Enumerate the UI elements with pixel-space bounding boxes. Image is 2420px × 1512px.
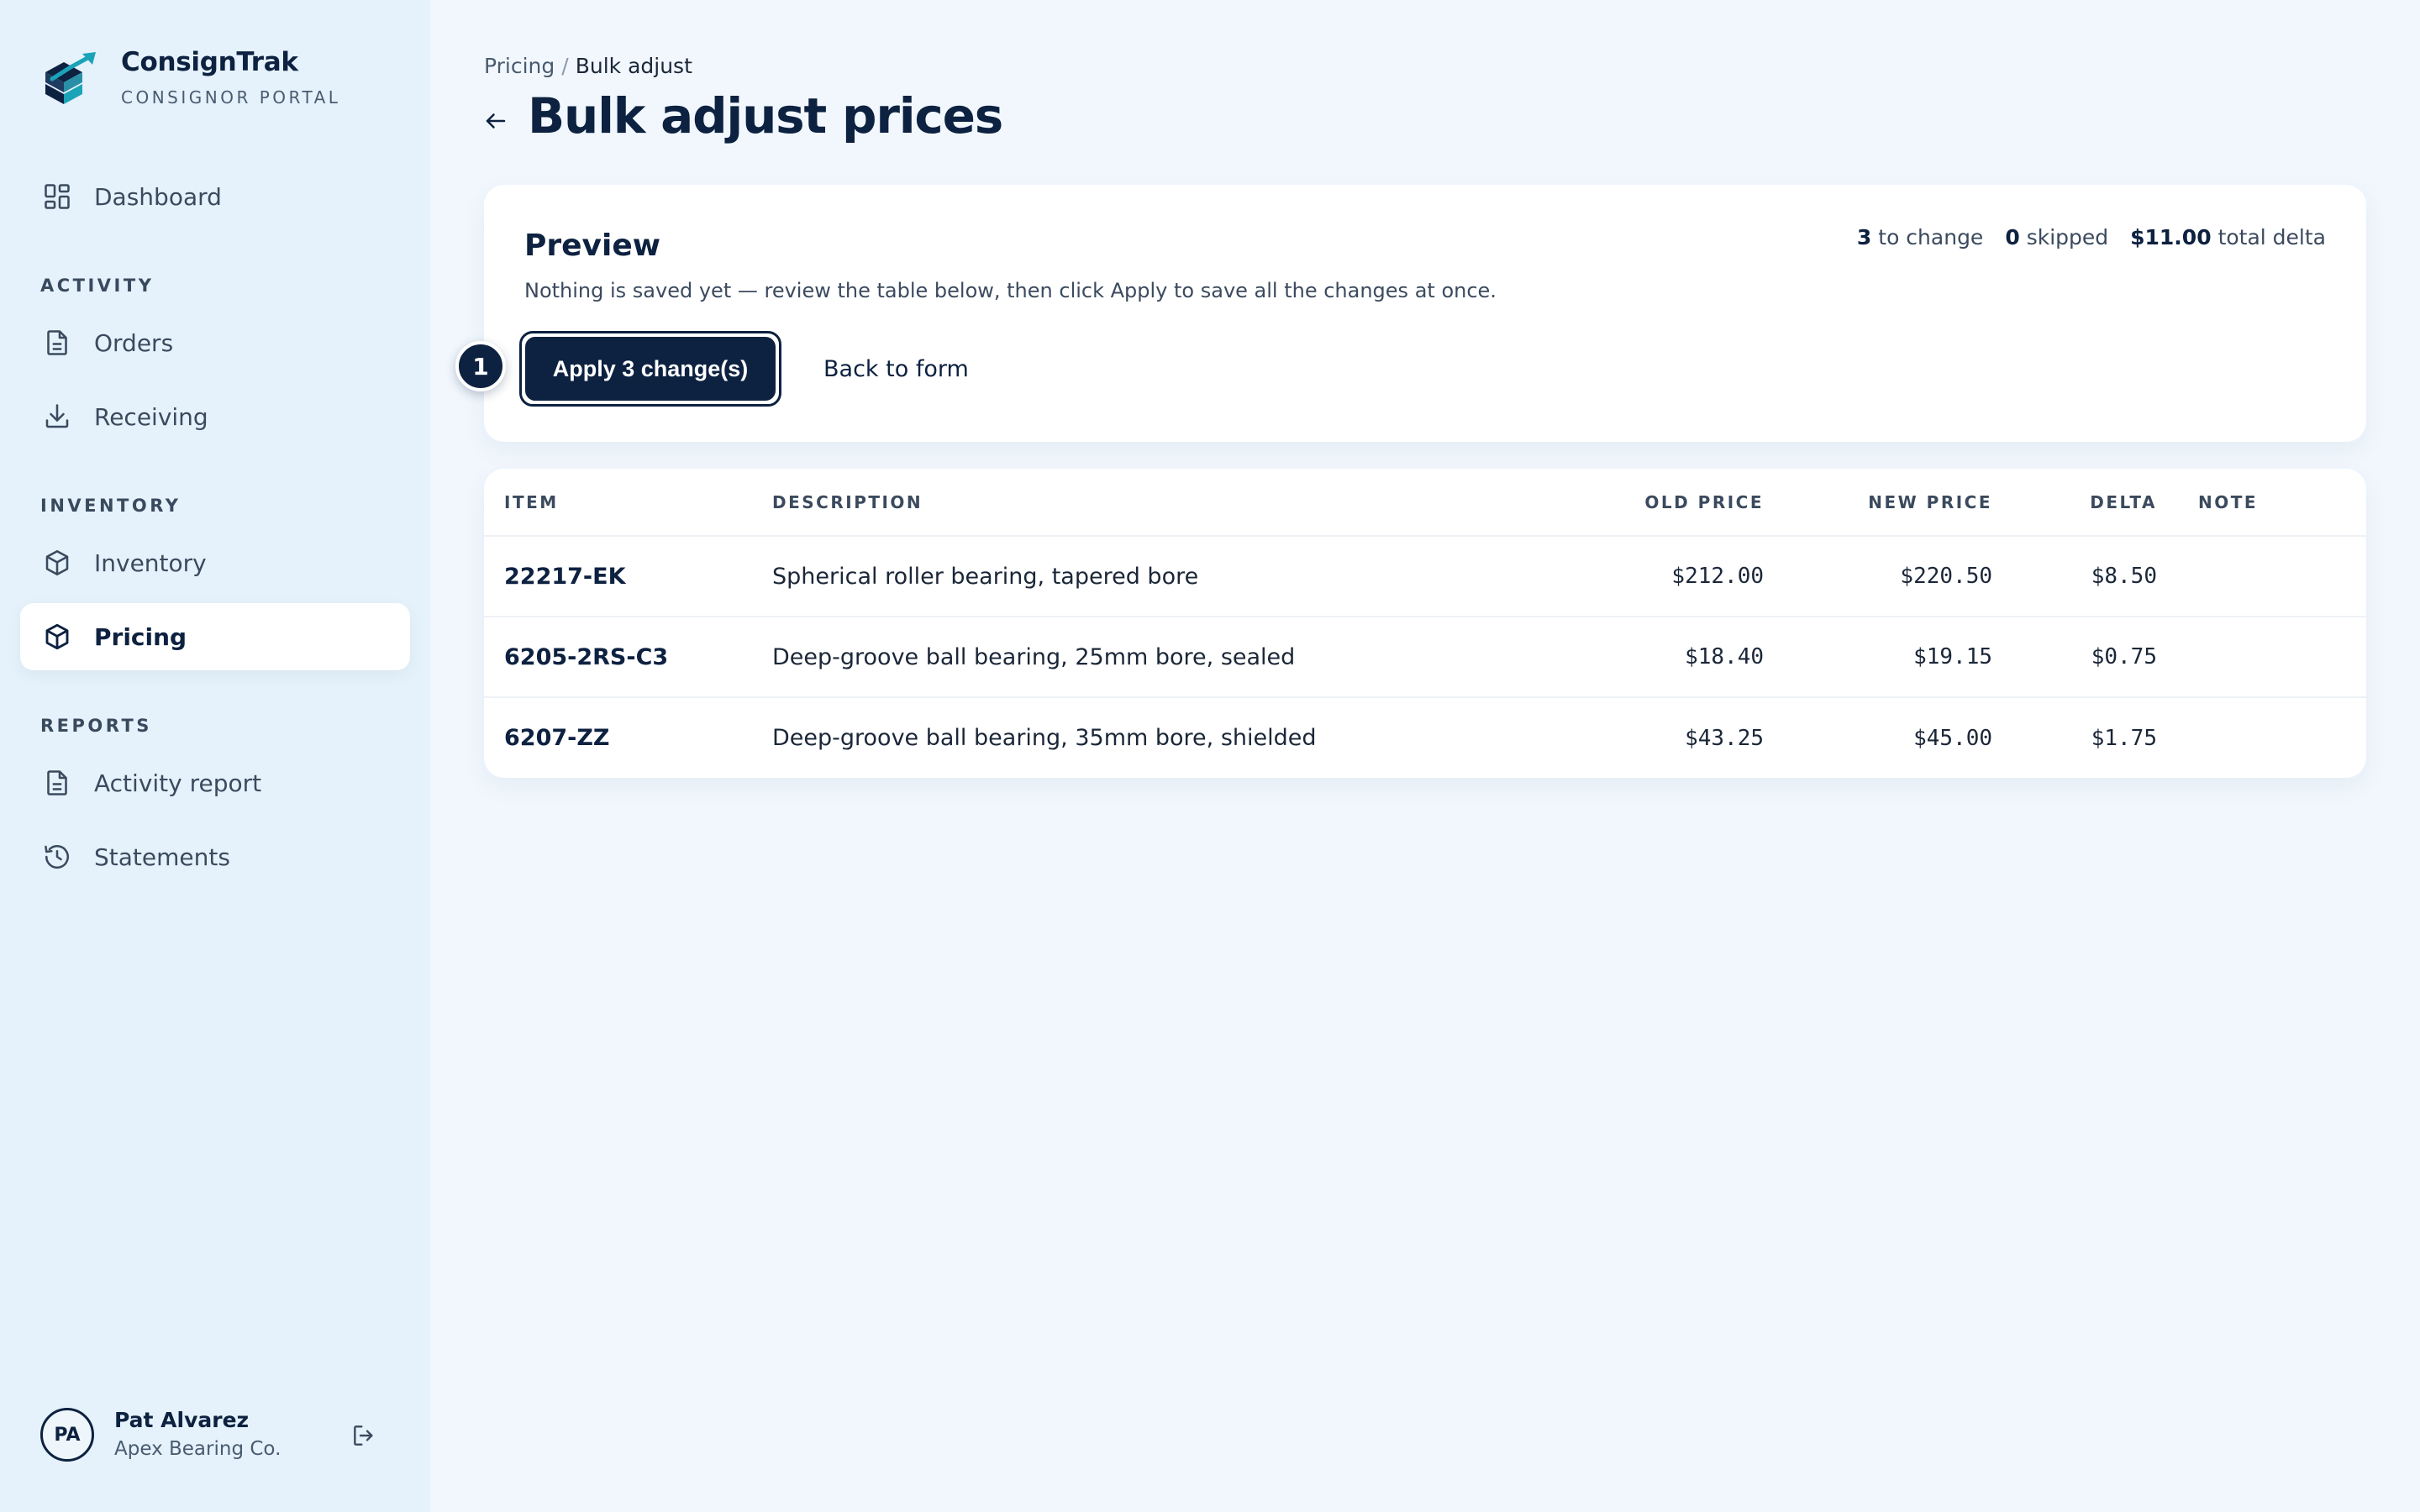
sidebar-item-statements[interactable]: Statements <box>20 823 410 890</box>
sidebar-section-activity: ACTIVITY <box>40 276 155 296</box>
cell-delta: $8.50 <box>1993 536 2158 617</box>
cell-item: 6205-2RS-C3 <box>484 617 771 698</box>
column-header-description: DESCRIPTION <box>771 469 1544 537</box>
cell-delta: $0.75 <box>1993 617 2158 698</box>
table-row: 22217-EK Spherical roller bearing, taper… <box>484 536 2366 617</box>
cell-delta: $1.75 <box>2091 725 2157 751</box>
document-icon <box>40 766 74 800</box>
cell-note <box>2158 617 2366 698</box>
step-badge: 1 <box>455 341 506 391</box>
history-icon <box>40 840 74 874</box>
app-root: ConsignTrak CONSIGNOR PORTAL Dashboard A… <box>0 0 2420 1512</box>
brand-name: ConsignTrak <box>121 47 298 77</box>
cell-old-price: $18.40 <box>1544 617 1765 698</box>
cell-new-price: $220.50 <box>1765 536 1993 617</box>
page-title: Bulk adjust prices <box>528 87 1003 144</box>
preview-description: Nothing is saved yet — review the table … <box>524 279 1497 302</box>
changes-table: ITEM DESCRIPTION OLD PRICE NEW PRICE DEL… <box>484 469 2366 778</box>
stat-total-delta: $11.00 total delta <box>2130 225 2326 249</box>
table-row: 6207-ZZ Deep-groove ball bearing, 35mm b… <box>484 697 2366 778</box>
user-org: Apex Bearing Co. <box>114 1438 281 1460</box>
sidebar-item-label: Statements <box>94 843 230 871</box>
sidebar-item-label: Inventory <box>94 549 207 577</box>
sidebar-item-orders[interactable]: Orders <box>20 309 410 376</box>
changes-table-card: ITEM DESCRIPTION OLD PRICE NEW PRICE DEL… <box>484 469 2366 778</box>
avatar[interactable]: PA <box>40 1408 94 1462</box>
sidebar-item-label: Dashboard <box>94 182 222 211</box>
sidebar-item-inventory[interactable]: Inventory <box>20 529 410 596</box>
sidebar: ConsignTrak CONSIGNOR PORTAL Dashboard A… <box>0 0 430 1512</box>
table-header-row: ITEM DESCRIPTION OLD PRICE NEW PRICE DEL… <box>484 469 2366 537</box>
cell-note <box>2158 536 2366 617</box>
apply-button-label: Apply 3 change(s) <box>525 337 776 401</box>
apply-changes-button[interactable]: Apply 3 change(s) <box>519 331 781 407</box>
consigntrak-logo-icon <box>40 50 101 111</box>
cell-description: Deep-groove ball bearing, 35mm bore, shi… <box>772 725 1317 751</box>
user-name: Pat Alvarez <box>114 1408 250 1432</box>
column-header-delta: DELTA <box>1993 469 2158 537</box>
sidebar-item-dashboard[interactable]: Dashboard <box>20 163 410 230</box>
table-row: 6205-2RS-C3 Deep-groove ball bearing, 25… <box>484 617 2366 698</box>
breadcrumb-current: Bulk adjust <box>575 54 692 78</box>
preview-card: Preview Nothing is saved yet — review th… <box>455 185 2366 442</box>
box-icon <box>40 546 74 580</box>
cell-old-price: $43.25 <box>1685 725 1764 751</box>
cell-description: Spherical roller bearing, tapered bore <box>771 536 1544 617</box>
sidebar-item-label: Orders <box>94 328 174 357</box>
breadcrumb-separator: / <box>561 54 569 78</box>
sidebar-item-receiving[interactable]: Receiving <box>20 383 410 450</box>
sidebar-section-inventory: INVENTORY <box>40 496 182 516</box>
preview-stats: 3 to change 0 skipped $11.00 total delta <box>1857 225 2326 249</box>
box-icon <box>40 620 74 654</box>
back-to-form-button[interactable]: Back to form <box>803 331 989 407</box>
grid-icon <box>40 180 74 213</box>
sidebar-item-activity-report[interactable]: Activity report <box>20 749 410 816</box>
sidebar-section-reports: REPORTS <box>40 716 152 736</box>
sidebar-item-pricing[interactable]: Pricing <box>20 603 410 670</box>
brand-subtitle: CONSIGNOR PORTAL <box>121 87 341 108</box>
breadcrumb: Pricing / Bulk adjust <box>484 54 692 78</box>
breadcrumb-pricing-link[interactable]: Pricing <box>484 54 555 78</box>
document-icon <box>40 326 74 360</box>
preview-title: Preview <box>524 228 661 263</box>
stat-to-change: 3 to change <box>1856 225 1984 249</box>
sidebar-item-label: Pricing <box>94 622 187 651</box>
column-header-new-price: NEW PRICE <box>1765 469 1993 537</box>
cell-old-price: $212.00 <box>1544 536 1765 617</box>
cell-item: 6207-ZZ <box>504 725 610 751</box>
cell-new-price: $19.15 <box>1765 617 1993 698</box>
back-arrow-icon[interactable] <box>479 104 513 138</box>
sidebar-item-label: Receiving <box>94 402 208 431</box>
cell-description: Deep-groove ball bearing, 25mm bore, sea… <box>771 617 1544 698</box>
download-icon <box>40 400 74 433</box>
cell-new-price: $45.00 <box>1913 725 1992 751</box>
sidebar-item-label: Activity report <box>94 769 262 797</box>
column-header-old-price: OLD PRICE <box>1544 469 1765 537</box>
stat-skipped: 0 skipped <box>2005 225 2109 249</box>
column-header-item: ITEM <box>484 469 771 537</box>
brand[interactable]: ConsignTrak CONSIGNOR PORTAL <box>40 47 410 123</box>
user-profile: PA Pat Alvarez Apex Bearing Co. <box>40 1408 393 1468</box>
column-header-note: NOTE <box>2158 469 2366 537</box>
cell-item: 22217-EK <box>484 536 771 617</box>
cell-note <box>2158 697 2366 778</box>
logout-icon[interactable] <box>348 1420 380 1452</box>
